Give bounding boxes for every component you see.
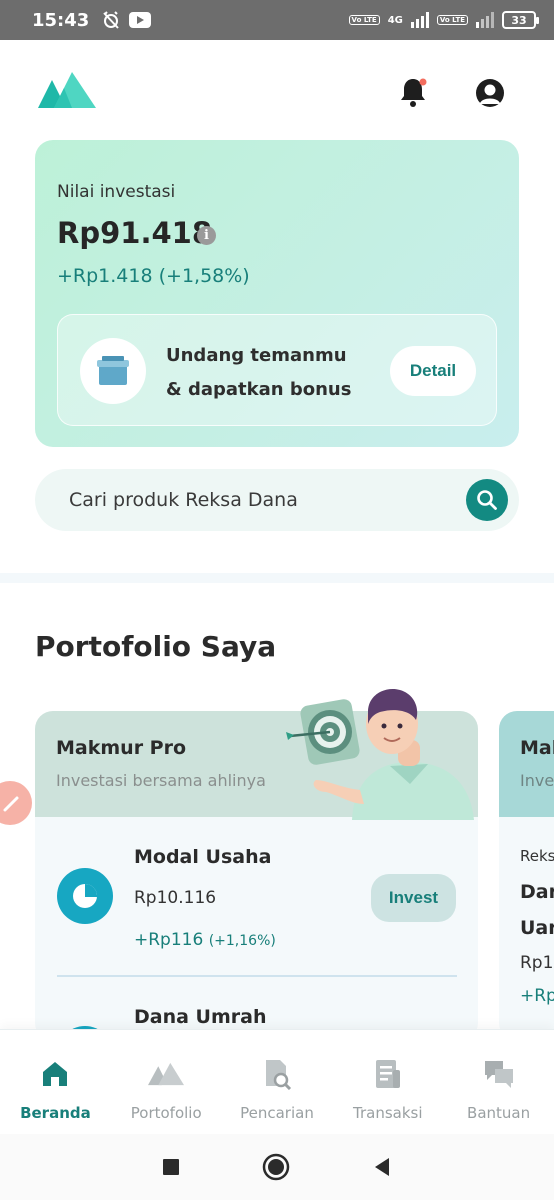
volte-icon: Vo LTE: [348, 15, 380, 25]
makmur-logo-icon[interactable]: [38, 70, 96, 110]
volte-icon-2: Vo LTE: [436, 15, 468, 25]
fund-name[interactable]: Modal Usaha: [134, 846, 271, 868]
home-icon: [37, 1056, 73, 1092]
referral-text-line2: & dapatkan bonus: [166, 379, 352, 400]
signal-icon-2: [476, 12, 494, 28]
detail-button[interactable]: Detail: [390, 346, 476, 396]
nav-label-beranda: Beranda: [20, 1104, 91, 1122]
card2-fund-name-line1: Dar: [520, 881, 554, 903]
nav-item-portofolio[interactable]: Portofolio: [111, 1030, 222, 1134]
alarm-off-icon: [103, 11, 120, 29]
fund-divider: [57, 975, 457, 977]
section-divider: [0, 573, 554, 583]
pie-chart-icon: [73, 884, 97, 908]
card2-fund-gain: +Rp: [520, 986, 554, 1006]
floating-edit-button[interactable]: [0, 781, 32, 825]
fund-icon-modal-usaha: [57, 868, 113, 924]
battery-icon: 33: [502, 11, 539, 29]
portfolio-card-tagline: Investasi bersama ahlinya: [56, 771, 266, 790]
fund-gain-amount: +Rp116: [134, 930, 204, 950]
fund-name-2[interactable]: Dana Umrah: [134, 1006, 267, 1028]
investor-illustration: [286, 688, 474, 820]
android-nav-bar: [0, 1134, 554, 1200]
gift-icon-circle: [80, 338, 146, 404]
referral-banner[interactable]: Undang temanmu & dapatkan bonus Detail: [57, 314, 497, 426]
referral-text-line1: Undang temanmu: [166, 345, 347, 366]
chat-bubbles-icon: [481, 1056, 517, 1092]
search-input[interactable]: [69, 469, 449, 531]
back-icon[interactable]: [371, 1156, 393, 1178]
home-circle-icon[interactable]: [262, 1153, 290, 1181]
investment-card[interactable]: Nilai investasi Rp91.418 i +Rp1.418 (+1,…: [35, 140, 519, 447]
mountains-icon: [148, 1056, 185, 1092]
target-icon: [286, 699, 360, 765]
nav-item-bantuan[interactable]: Bantuan: [443, 1030, 554, 1134]
portfolio-card-2-name: Mak: [520, 737, 554, 759]
fund-gain-percent: (+1,16%): [208, 933, 276, 949]
search-button[interactable]: [466, 479, 508, 521]
user-circle-icon[interactable]: [474, 77, 506, 109]
portfolio-card-2-tagline: Inve: [520, 771, 554, 790]
card2-category: Reks: [520, 847, 554, 865]
portfolio-card-2-header[interactable]: Mak Inve: [499, 711, 554, 817]
youtube-icon: [129, 12, 152, 28]
referral-text: Undang temanmu & dapatkan bonus: [166, 339, 376, 407]
info-icon[interactable]: i: [197, 226, 216, 245]
search-icon: [477, 490, 497, 510]
invest-button[interactable]: Invest: [371, 874, 456, 922]
portfolio-section-title: Portofolio Saya: [35, 630, 277, 663]
receipt-icon: [370, 1056, 406, 1092]
signal-icon: [410, 12, 429, 28]
search-bar[interactable]: [35, 469, 519, 531]
fund-gain: +Rp116 (+1,16%): [134, 930, 276, 950]
nav-label-bantuan: Bantuan: [467, 1104, 531, 1122]
document-search-icon: [259, 1056, 295, 1092]
recents-icon[interactable]: [161, 1157, 181, 1177]
portfolio-card-name: Makmur Pro: [56, 737, 187, 759]
fund-value: Rp10.116: [134, 888, 217, 908]
status-left-icons: [101, 10, 152, 30]
card2-fund-name-line2: Uar: [520, 917, 554, 939]
bottom-nav: Beranda Portofolio Pencarian Transaksi B…: [0, 1029, 554, 1134]
card2-fund-value: Rp1: [520, 953, 554, 973]
bell-icon[interactable]: [398, 76, 428, 108]
status-bar: 15:43 Vo LTE 4G Vo LTE 33: [0, 0, 554, 40]
investment-amount: Rp91.418: [57, 216, 212, 250]
app-root: 15:43 Vo LTE 4G Vo LTE 33 Nilai investas…: [0, 0, 554, 1200]
network-type-label: 4G: [387, 14, 403, 26]
nav-item-transaksi[interactable]: Transaksi: [332, 1030, 443, 1134]
status-right-icons: Vo LTE 4G Vo LTE 33: [348, 11, 539, 29]
investment-label: Nilai investasi: [57, 182, 176, 202]
gift-box-icon: [97, 356, 129, 385]
nav-label-transaksi: Transaksi: [353, 1104, 423, 1122]
portfolio-card-2[interactable]: Mak Inve Reks Dar Uar Rp1 +Rp: [499, 711, 554, 1041]
nav-item-pencarian[interactable]: Pencarian: [222, 1030, 333, 1134]
nav-item-beranda[interactable]: Beranda: [0, 1030, 111, 1134]
pencil-icon: [3, 796, 19, 812]
nav-label-pencarian: Pencarian: [240, 1104, 314, 1122]
status-time: 15:43: [32, 9, 90, 31]
nav-label-portofolio: Portofolio: [130, 1104, 202, 1122]
investment-gain: +Rp1.418 (+1,58%): [57, 265, 250, 287]
notification-badge: [419, 78, 427, 86]
